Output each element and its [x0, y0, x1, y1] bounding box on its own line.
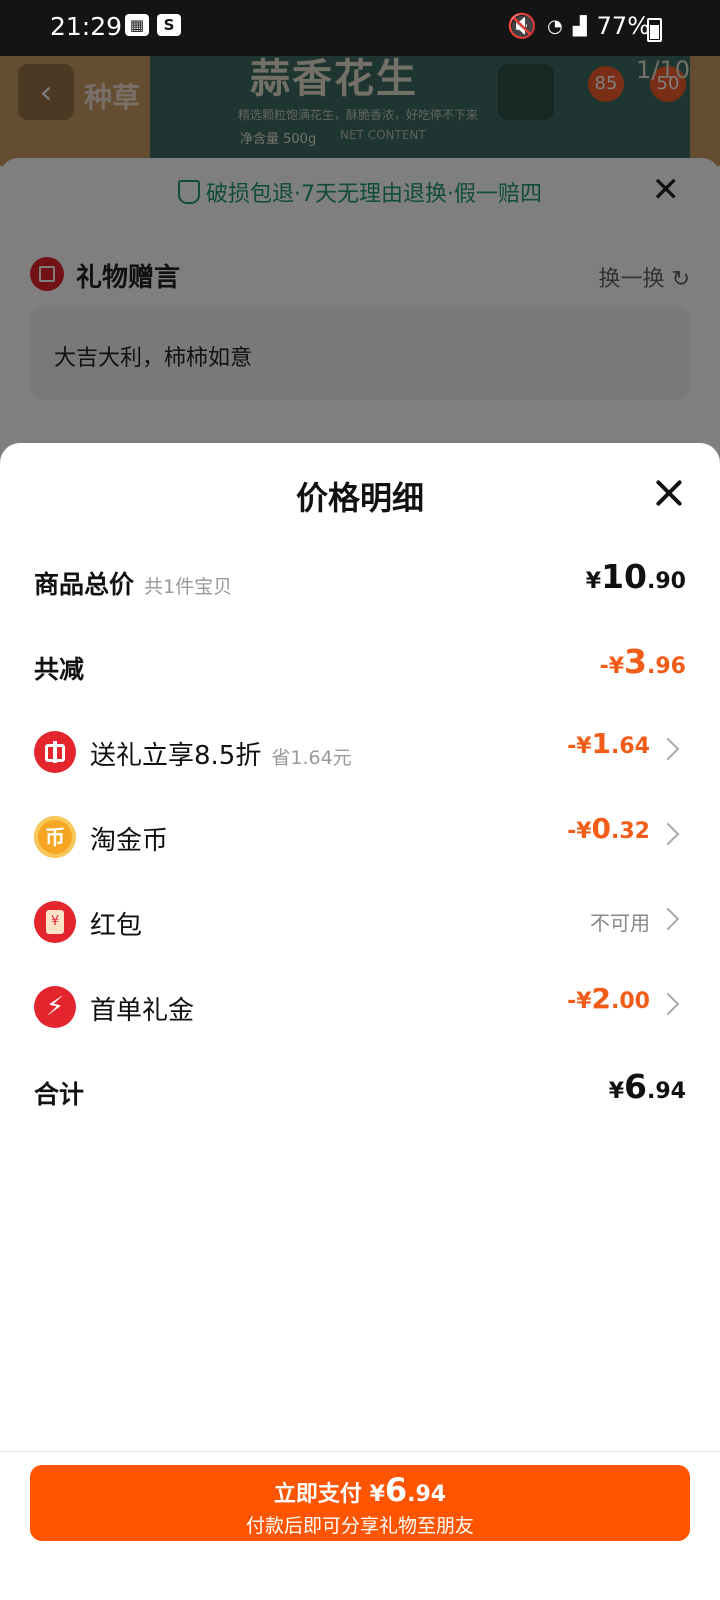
footer-divider: [0, 1451, 720, 1452]
row-item-total: 商品总价 共1件宝贝 ¥10.90: [34, 553, 686, 613]
app-notification-icon: S: [157, 14, 181, 36]
row-value: ¥10.90: [585, 557, 686, 596]
row-label: 共减: [34, 655, 85, 684]
wifi-icon: ◔: [547, 15, 563, 37]
row-red-packet[interactable]: 红包 不可用: [34, 893, 686, 953]
pay-subtitle: 付款后即可分享礼物至朋友: [245, 1515, 474, 1537]
row-value: -¥3.96: [599, 642, 686, 681]
mute-icon: 🔇: [507, 12, 538, 40]
status-time: 21:29: [50, 12, 123, 41]
row-label: 淘金币: [90, 826, 169, 856]
row-label: 合计: [34, 1080, 85, 1109]
row-sublabel: 共1件宝贝: [144, 576, 233, 598]
row-label: 首单礼金: [90, 996, 195, 1026]
row-label: 红包: [90, 911, 143, 941]
row-sublabel: 省1.64元: [271, 747, 352, 769]
row-label: 商品总价: [34, 570, 135, 599]
pay-now-button[interactable]: 立即支付 ¥6.94 付款后即可分享礼物至朋友: [30, 1465, 690, 1541]
red-packet-icon: [34, 901, 76, 943]
price-detail-modal: 价格明细 商品总价 共1件宝贝 ¥10.90 共减 -¥3.96 送礼立享8.5折…: [0, 443, 720, 1600]
row-value: -¥0.32: [567, 812, 650, 845]
row-taojin-coin[interactable]: 币 淘金币 -¥0.32: [34, 808, 686, 868]
row-value: 不可用: [590, 911, 650, 935]
row-first-order-bonus[interactable]: ⚡ 首单礼金 -¥2.00: [34, 978, 686, 1038]
row-grand-total: 合计 ¥6.94: [34, 1063, 686, 1123]
row-total-discount: 共减 -¥3.96: [34, 638, 686, 698]
battery-icon: [647, 18, 662, 42]
row-value: -¥2.00: [567, 982, 650, 1015]
row-value: -¥1.64: [567, 727, 650, 760]
pay-label: 立即支付: [273, 1482, 362, 1507]
row-value: ¥6.94: [608, 1067, 686, 1106]
lightning-icon: ⚡: [34, 986, 76, 1028]
chevron-right-icon: [656, 822, 680, 846]
close-icon[interactable]: [650, 473, 690, 513]
chevron-right-icon: [656, 992, 680, 1016]
row-label: 送礼立享8.5折: [90, 741, 262, 771]
modal-title: 价格明细: [295, 479, 424, 517]
row-gift-discount[interactable]: 送礼立享8.5折 省1.64元 -¥1.64: [34, 723, 686, 783]
chevron-right-icon: [656, 907, 680, 931]
gallery-icon: ▦: [125, 14, 149, 36]
battery-percent: 77%: [596, 12, 650, 40]
gift-icon: [34, 731, 76, 773]
signal-icon: ▟: [572, 15, 587, 37]
coin-icon: 币: [34, 816, 76, 858]
status-bar: 21:29 ▦ S 🔇 ◔ ▟ 77%: [0, 0, 720, 56]
chevron-right-icon: [656, 737, 680, 761]
